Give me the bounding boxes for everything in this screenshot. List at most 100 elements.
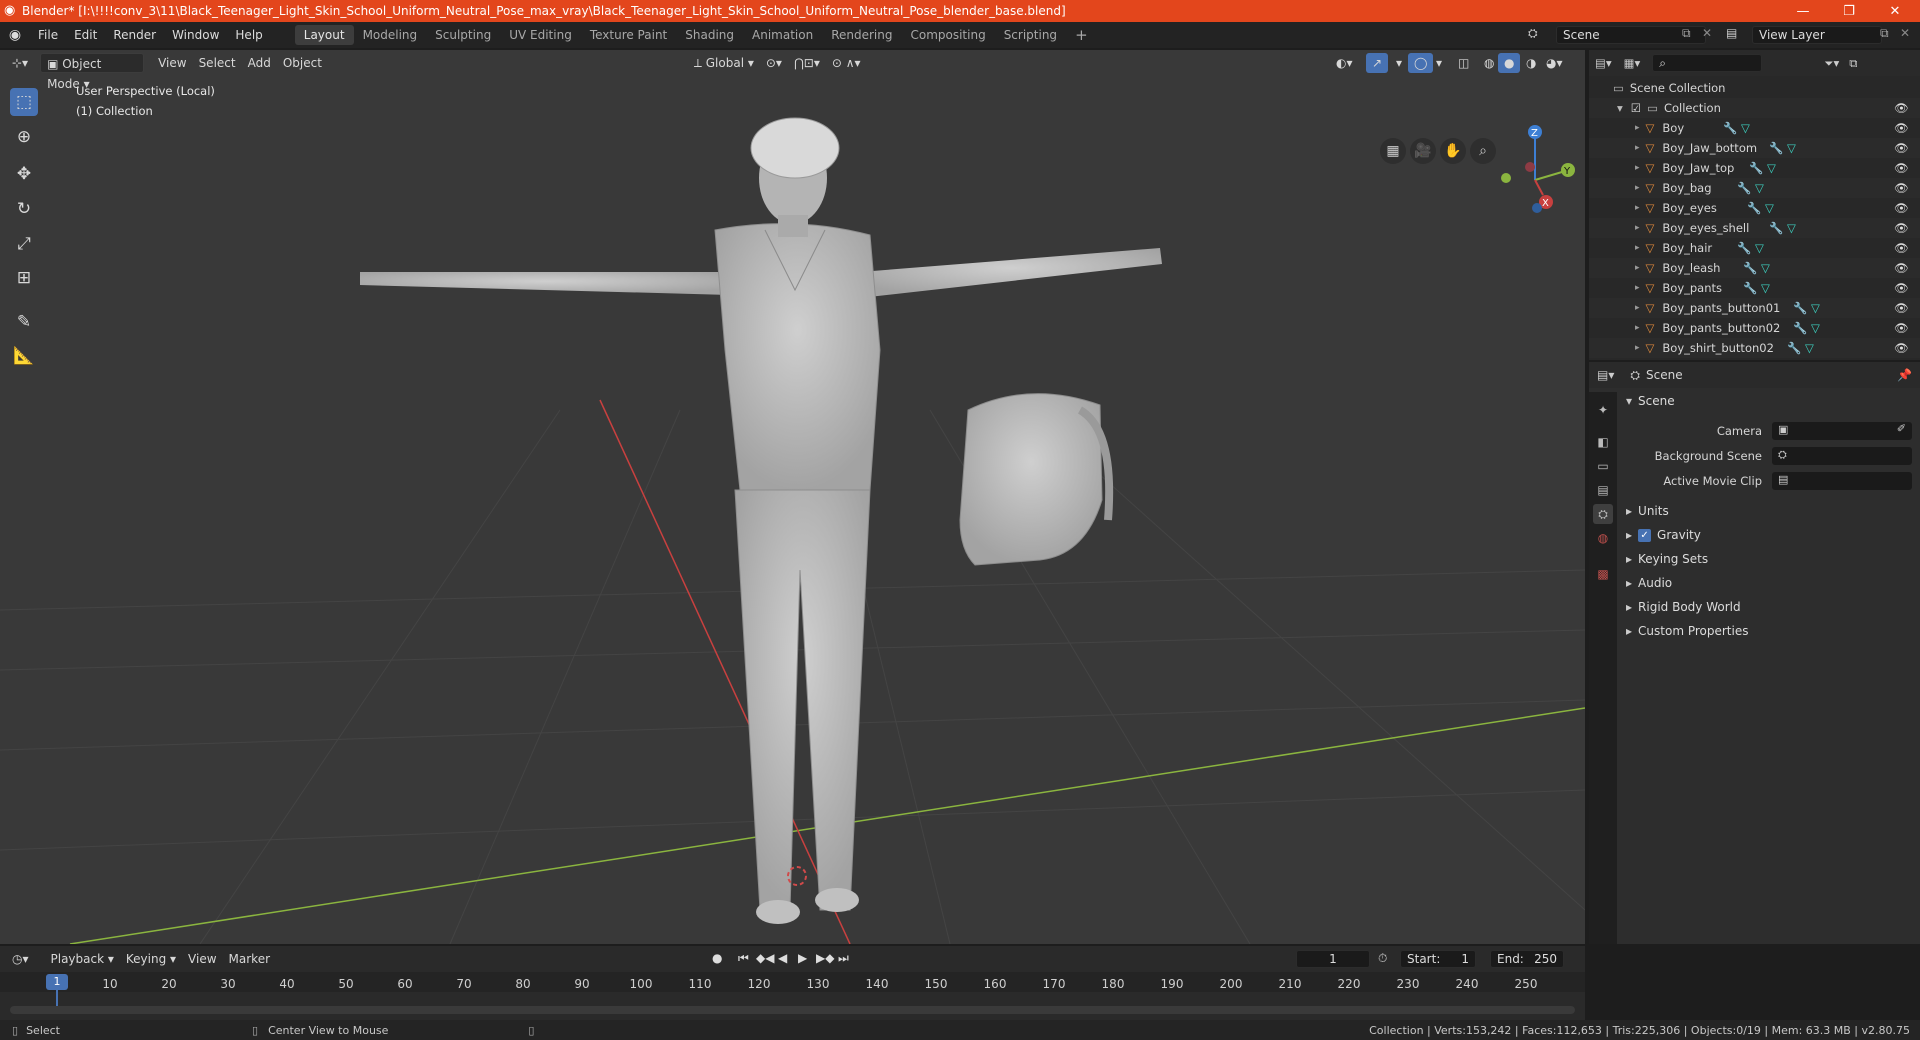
outliner-collection[interactable]: ▾ ☑ ▭ Collection 👁 <box>1589 98 1920 118</box>
custom-properties-section[interactable]: ▸ Custom Properties <box>1620 620 1916 642</box>
expand-arrow-icon[interactable]: ▾ <box>1617 101 1623 115</box>
view-layer-tab[interactable]: ▤ <box>1593 480 1613 500</box>
expand-arrow-icon[interactable]: ▸ <box>1635 143 1640 153</box>
mesh-data-icon[interactable]: ▽ <box>1741 121 1750 135</box>
select-menu[interactable]: Select <box>193 53 242 73</box>
eye-icon[interactable]: 👁 <box>1894 121 1909 135</box>
overlay-dropdown[interactable]: ▾ <box>1430 53 1448 73</box>
scene-icon[interactable]: ⛭ <box>1528 26 1538 41</box>
modifier-icon[interactable]: 🔧 <box>1737 181 1751 195</box>
outliner-object-row[interactable]: ▸ ▽ Boy_shirt_button02 🔧 ▽ 👁 <box>1589 338 1920 358</box>
texture-tab[interactable]: ▩ <box>1593 564 1613 584</box>
end-frame-field[interactable]: End: 250 <box>1490 950 1564 968</box>
outliner-object-row[interactable]: ▸ ▽ Boy_pants 🔧 ▽ 👁 <box>1589 278 1920 298</box>
expand-arrow-icon[interactable]: ▸ <box>1635 163 1640 173</box>
tab-texture-paint[interactable]: Texture Paint <box>581 25 676 45</box>
transform-orientation-dropdown[interactable]: ⟂ Global ▾ <box>688 53 760 73</box>
pin-icon[interactable]: 📌 <box>1897 368 1912 382</box>
zoom-view-button[interactable]: ⌕ <box>1470 138 1496 164</box>
expand-arrow-icon[interactable]: ▸ <box>1635 183 1640 193</box>
mesh-data-icon[interactable]: ▽ <box>1761 261 1770 275</box>
editor-type-button[interactable]: ⊹▾ <box>6 53 34 73</box>
expand-arrow-icon[interactable]: ▸ <box>1635 123 1640 133</box>
world-tab[interactable]: ◍ <box>1593 528 1613 548</box>
stopwatch-icon[interactable]: ⏱ <box>1378 951 1387 966</box>
eye-icon[interactable]: 👁 <box>1894 241 1909 255</box>
tab-rendering[interactable]: Rendering <box>822 25 901 45</box>
tab-shading[interactable]: Shading <box>676 25 743 45</box>
gravity-section[interactable]: ▸ ✓ Gravity <box>1620 524 1916 546</box>
scale-tool[interactable]: ⤢ <box>10 230 38 258</box>
current-frame-field[interactable]: 1 <box>1296 950 1370 968</box>
toggle-perspective-button[interactable]: ▦ <box>1380 138 1406 164</box>
mesh-data-icon[interactable]: ▽ <box>1811 321 1820 335</box>
marker-menu[interactable]: Marker <box>223 949 276 969</box>
close-button[interactable]: ✕ <box>1872 0 1918 22</box>
outliner-object-row[interactable]: ▸ ▽ Boy_eyes_shell 🔧 ▽ 👁 <box>1589 218 1920 238</box>
tab-animation[interactable]: Animation <box>743 25 822 45</box>
outliner-editor-icon[interactable]: ▤▾ <box>1595 56 1612 70</box>
outliner-object-row[interactable]: ▸ ▽ Boy_bag 🔧 ▽ 👁 <box>1589 178 1920 198</box>
outliner-object-row[interactable]: ▸ ▽ Boy 🔧 ▽ 👁 <box>1589 118 1920 138</box>
gizmo-dropdown[interactable]: ▾ <box>1390 53 1408 73</box>
eye-icon[interactable]: 👁 <box>1894 341 1909 355</box>
modifier-icon[interactable]: 🔧 <box>1793 301 1807 315</box>
tab-sculpting[interactable]: Sculpting <box>426 25 500 45</box>
blender-menu-icon[interactable]: ◉ <box>0 27 30 43</box>
modifier-icon[interactable]: 🔧 <box>1769 221 1783 235</box>
maximize-button[interactable]: ❐ <box>1826 0 1872 22</box>
eye-icon[interactable]: 👁 <box>1894 201 1909 215</box>
mesh-data-icon[interactable]: ▽ <box>1811 301 1820 315</box>
menu-render[interactable]: Render <box>105 28 164 42</box>
modifier-icon[interactable]: 🔧 <box>1749 161 1763 175</box>
expand-arrow-icon[interactable]: ▸ <box>1635 203 1640 213</box>
rigid-body-world-section[interactable]: ▸ Rigid Body World <box>1620 596 1916 618</box>
units-section[interactable]: ▸ Units <box>1620 500 1916 522</box>
rendered-shading-button[interactable]: ◕▾ <box>1540 53 1569 73</box>
add-workspace-button[interactable]: + <box>1066 25 1097 45</box>
expand-arrow-icon[interactable]: ▸ <box>1635 223 1640 233</box>
timeline-scrollbar[interactable] <box>10 1006 1575 1014</box>
camera-view-button[interactable]: 🎥 <box>1410 138 1436 164</box>
remove-view-layer-icon[interactable]: ✕ <box>1900 26 1910 40</box>
outliner-object-row[interactable]: ▸ ▽ Boy_hair 🔧 ▽ 👁 <box>1589 238 1920 258</box>
new-collection-icon[interactable]: ⧉ <box>1849 56 1857 71</box>
display-mode-icon[interactable]: ▦▾ <box>1624 56 1641 70</box>
eye-icon[interactable]: 👁 <box>1894 261 1909 275</box>
eye-icon[interactable]: 👁 <box>1894 101 1909 115</box>
eyedropper-icon[interactable]: ✐ <box>1897 422 1906 435</box>
play-reverse-button[interactable]: ◀ <box>778 951 787 965</box>
modifier-icon[interactable]: 🔧 <box>1723 121 1737 135</box>
background-scene-field[interactable]: ⛭ <box>1772 447 1912 465</box>
view-layer-icon[interactable]: ▤ <box>1726 26 1737 40</box>
outliner-object-row[interactable]: ▸ ▽ Boy_Jaw_bottom 🔧 ▽ 👁 <box>1589 138 1920 158</box>
mesh-data-icon[interactable]: ▽ <box>1755 181 1764 195</box>
play-button[interactable]: ▶ <box>798 951 807 965</box>
rotate-tool[interactable]: ↻ <box>10 195 38 223</box>
minimize-button[interactable]: — <box>1780 0 1826 22</box>
mode-dropdown[interactable]: ▣ Object Mode ▾ <box>40 53 145 91</box>
mesh-data-icon[interactable]: ▽ <box>1805 341 1814 355</box>
record-button[interactable]: ● <box>712 951 722 965</box>
new-view-layer-icon[interactable]: ⧉ <box>1880 26 1889 41</box>
menu-file[interactable]: File <box>30 28 66 42</box>
keying-menu[interactable]: Keying ▾ <box>120 949 182 969</box>
mesh-data-icon[interactable]: ▽ <box>1787 141 1796 155</box>
eye-icon[interactable]: 👁 <box>1894 221 1909 235</box>
audio-section[interactable]: ▸ Audio <box>1620 572 1916 594</box>
menu-help[interactable]: Help <box>227 28 270 42</box>
keying-sets-section[interactable]: ▸ Keying Sets <box>1620 548 1916 570</box>
tab-uv-editing[interactable]: UV Editing <box>500 25 581 45</box>
proportional-edit-button[interactable]: ⊙ ∧▾ <box>826 53 867 73</box>
mesh-data-icon[interactable]: ▽ <box>1767 161 1776 175</box>
measure-tool[interactable]: 📐 <box>10 342 38 370</box>
snap-button[interactable]: ⋂⊡▾ <box>788 53 826 73</box>
cursor-tool[interactable]: ⊕ <box>10 123 38 151</box>
camera-field[interactable]: ▣ ✐ <box>1772 422 1912 440</box>
playhead-frame[interactable]: 1 <box>46 974 68 990</box>
visibility-button[interactable]: ◐▾ <box>1330 53 1359 73</box>
eye-icon[interactable]: 👁 <box>1894 281 1909 295</box>
tab-layout[interactable]: Layout <box>294 25 354 45</box>
modifier-icon[interactable]: 🔧 <box>1743 281 1757 295</box>
jump-start-button[interactable]: ⏮ <box>738 951 749 966</box>
